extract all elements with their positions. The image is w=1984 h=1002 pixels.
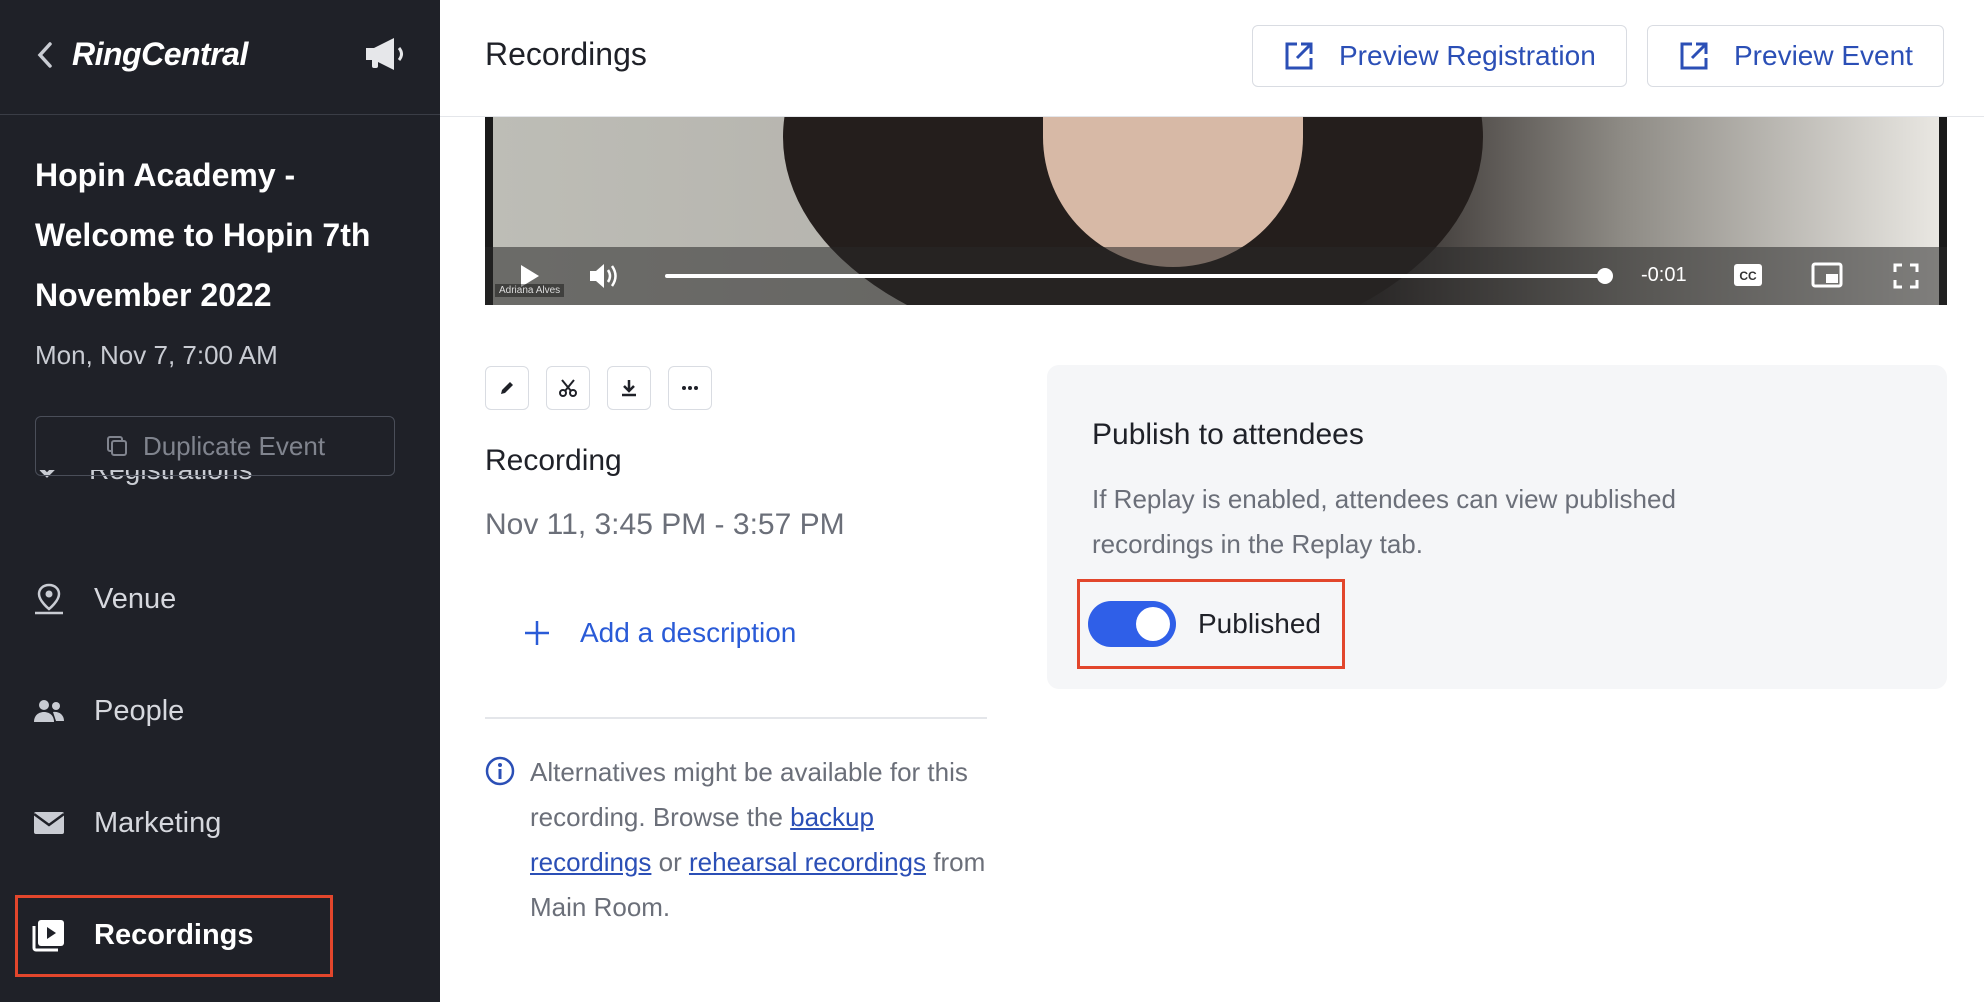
recording-toolbar — [485, 366, 712, 410]
add-description-label: Add a description — [580, 617, 797, 648]
alternatives-note: Alternatives might be available for this… — [530, 750, 1000, 930]
closed-captions-icon[interactable]: CC — [1733, 263, 1763, 287]
sidebar-item-marketing[interactable]: Marketing — [32, 806, 221, 840]
recording-time-range: Nov 11, 3:45 PM - 3:57 PM — [485, 508, 845, 541]
sidebar-item-label: People — [94, 694, 185, 727]
time-remaining: -0:01 — [1641, 264, 1687, 286]
preview-event-label: Preview Event — [1734, 40, 1913, 71]
copy-icon — [106, 436, 127, 456]
alternatives-text-2: or — [651, 847, 689, 877]
megaphone-icon[interactable] — [362, 36, 410, 72]
sidebar-item-label: Marketing — [94, 806, 222, 839]
publish-toggle-label: Published — [1198, 608, 1321, 639]
video-controls: -0:01 CC — [485, 247, 1947, 305]
add-description-button[interactable]: Add a description — [522, 617, 796, 649]
sidebar-header: RingCentral — [0, 0, 440, 115]
duplicate-event-label: Duplicate Event — [142, 430, 326, 461]
external-link-icon — [1680, 42, 1708, 70]
more-options-button[interactable] — [668, 366, 712, 410]
picture-in-picture-icon[interactable] — [1811, 262, 1843, 288]
highlight-box-recordings — [15, 895, 333, 977]
publish-toggle[interactable] — [1088, 601, 1176, 647]
mail-icon — [33, 812, 65, 834]
publish-card: Publish to attendees If Replay is enable… — [1047, 365, 1947, 689]
info-icon — [485, 756, 515, 786]
volume-icon[interactable] — [587, 261, 619, 291]
sidebar-item-people[interactable]: People — [32, 694, 184, 728]
sidebar-item-label: Venue — [94, 582, 177, 615]
scissors-icon — [559, 379, 577, 397]
trim-button[interactable] — [546, 366, 590, 410]
divider — [485, 717, 987, 719]
sidebar: RingCentral Hopin Academy - Welcome to H… — [0, 0, 440, 1002]
rehearsal-recordings-link[interactable]: rehearsal recordings — [689, 847, 926, 877]
svg-text:CC: CC — [1739, 269, 1757, 283]
page-header: Recordings Preview Registration Preview … — [440, 0, 1984, 117]
preview-event-button[interactable]: Preview Event — [1647, 25, 1944, 87]
page-title: Recordings — [485, 36, 647, 72]
venue-pin-icon — [35, 583, 63, 615]
event-title: Hopin Academy - Welcome to Hopin 7th Nov… — [35, 157, 371, 313]
external-link-icon — [1285, 42, 1313, 70]
preview-registration-button[interactable]: Preview Registration — [1252, 25, 1627, 87]
edit-button[interactable] — [485, 366, 529, 410]
more-horizontal-icon — [682, 386, 698, 390]
publish-toggle-highlight: Published — [1077, 579, 1345, 669]
recording-title: Recording — [485, 444, 622, 477]
fullscreen-icon[interactable] — [1893, 263, 1919, 289]
brand-logo: RingCentral — [72, 36, 248, 72]
toggle-knob — [1136, 607, 1170, 641]
plus-icon — [525, 621, 549, 645]
progress-knob[interactable] — [1597, 268, 1613, 284]
chevron-left-icon[interactable] — [34, 40, 56, 70]
app-root: RingCentral Hopin Academy - Welcome to H… — [0, 0, 1984, 1002]
publish-title: Publish to attendees — [1092, 418, 1364, 451]
alternatives-text-1: Alternatives might be available for this… — [530, 757, 968, 832]
sidebar-item-venue[interactable]: Venue — [32, 582, 176, 616]
preview-registration-label: Preview Registration — [1339, 40, 1596, 71]
duplicate-event-button[interactable]: Duplicate Event — [35, 416, 395, 476]
download-button[interactable] — [607, 366, 651, 410]
download-icon — [622, 380, 636, 397]
event-date: Mon, Nov 7, 7:00 AM — [35, 340, 278, 370]
people-icon — [34, 700, 64, 722]
publish-description: If Replay is enabled, attendees can view… — [1092, 484, 1676, 559]
pencil-icon — [501, 382, 513, 394]
video-player[interactable]: -0:01 CC Adriana Alves — [485, 117, 1947, 305]
speaker-name-tag: Adriana Alves — [495, 284, 565, 297]
progress-bar[interactable] — [665, 274, 1605, 278]
